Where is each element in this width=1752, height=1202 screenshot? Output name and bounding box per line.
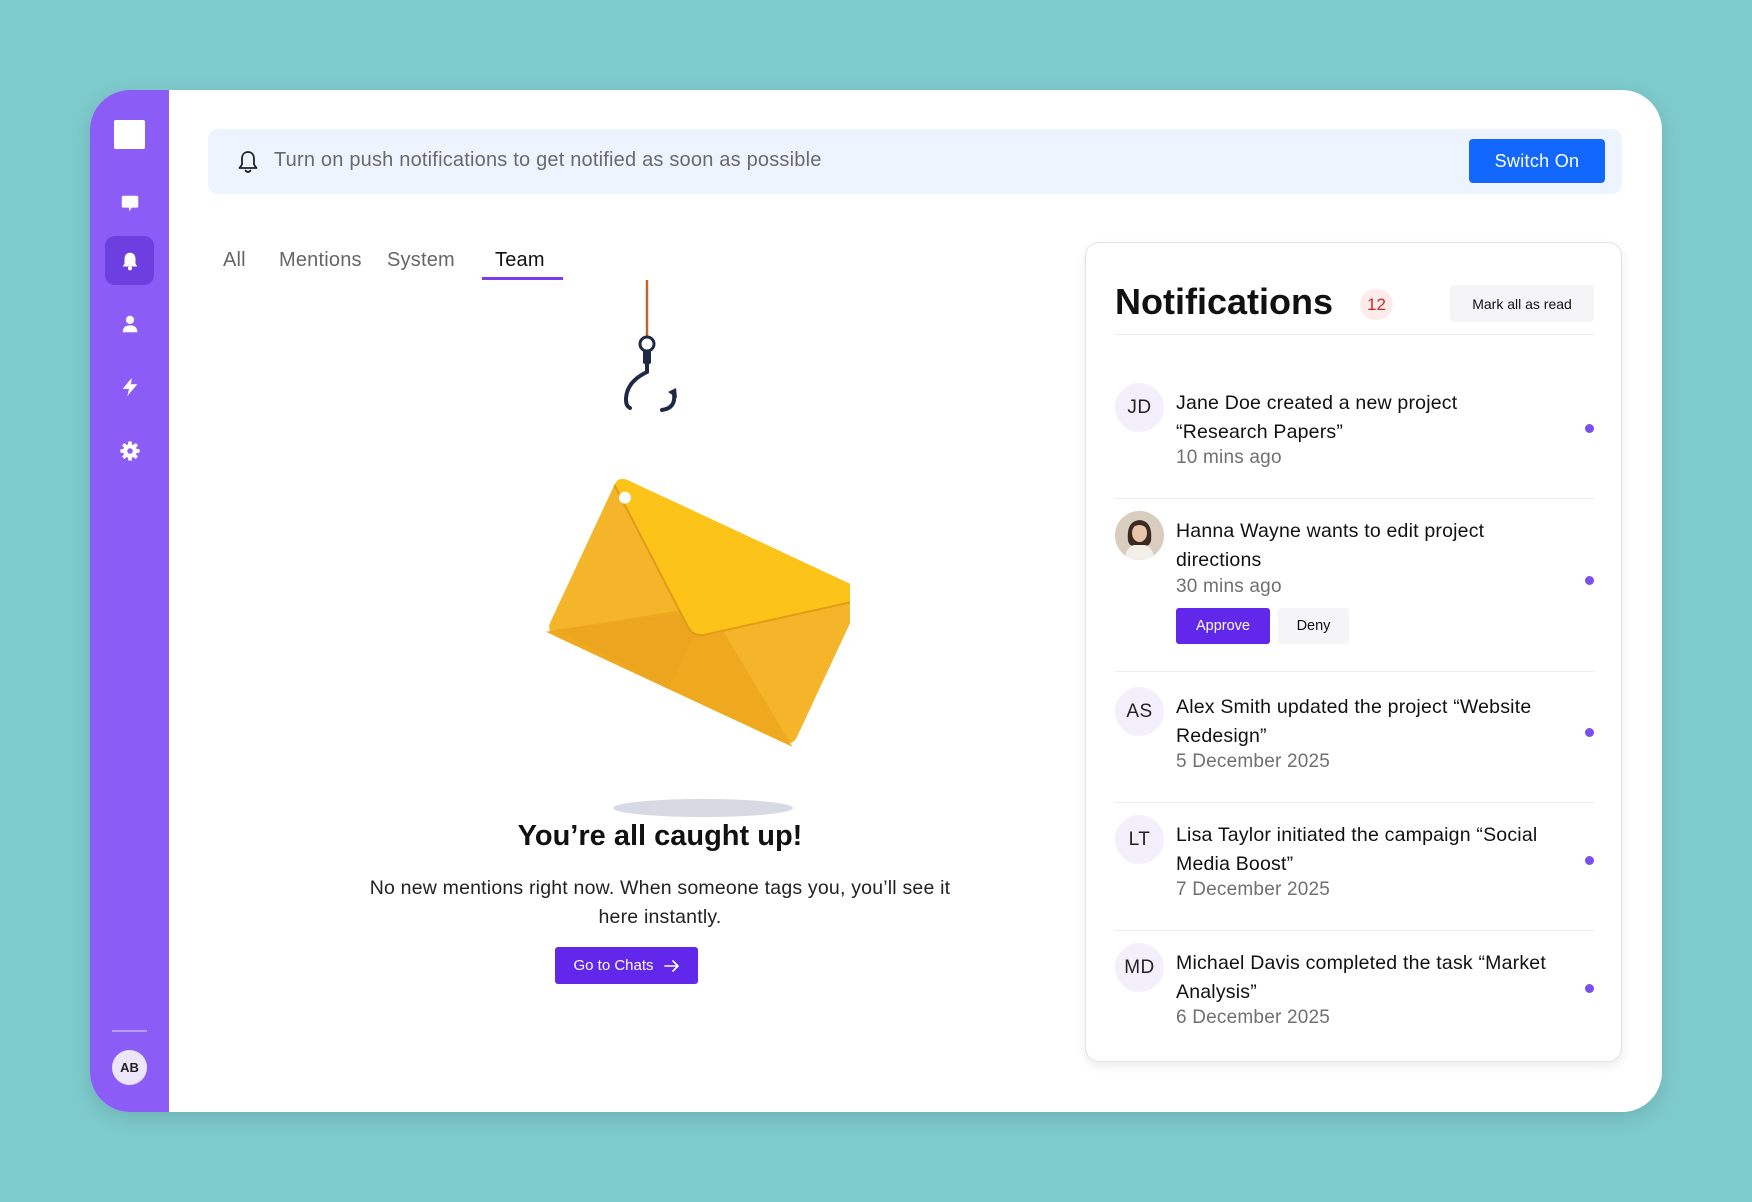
sidebar-item-activity[interactable] — [105, 362, 154, 411]
panel-divider — [1115, 334, 1594, 335]
user-avatar[interactable]: AB — [112, 1050, 147, 1085]
go-to-chats-label: Go to Chats — [573, 957, 654, 974]
deny-button[interactable]: Deny — [1278, 608, 1349, 644]
notification-time: 6 December 2025 — [1176, 1007, 1331, 1028]
notification-time: 30 mins ago — [1176, 576, 1282, 597]
avatar — [1115, 511, 1164, 560]
notification-message: Lisa Taylor initiated the campaign “Soci… — [1176, 824, 1538, 875]
sidebar-item-settings[interactable] — [105, 426, 154, 475]
notification-message: Hanna Wayne wants to edit project direct… — [1176, 520, 1485, 571]
item-divider — [1115, 671, 1594, 672]
empty-state-title: You’re all caught up! — [517, 820, 803, 852]
notification-item[interactable]: LT Lisa Taylor initiated the campaign “S… — [1115, 815, 1594, 943]
envelope-on-hook-illustration — [545, 280, 850, 817]
app-window: AB Turn on push notifications to get not… — [90, 90, 1662, 1112]
sidebar-item-profile[interactable] — [105, 299, 154, 348]
mark-all-read-button[interactable]: Mark all as read — [1450, 285, 1594, 322]
avatar: AS — [1115, 687, 1164, 736]
sidebar-item-notifications[interactable] — [105, 236, 154, 285]
notification-item[interactable]: Hanna Wayne wants to edit project direct… — [1115, 511, 1594, 687]
panel-title: Notifications — [1115, 281, 1334, 322]
unread-count-badge: 12 — [1360, 289, 1393, 320]
tab-all[interactable]: All — [223, 245, 246, 287]
item-divider — [1115, 498, 1594, 499]
bell-icon — [122, 252, 137, 270]
notification-message: Michael Davis completed the task “Market… — [1176, 952, 1546, 1003]
unread-dot — [1585, 984, 1594, 993]
notification-item[interactable]: AS Alex Smith updated the project “Websi… — [1115, 687, 1594, 815]
person-photo-icon — [1115, 511, 1164, 560]
banner-text: Turn on push notifications to get notifi… — [274, 149, 822, 171]
switch-on-button[interactable]: Switch On — [1469, 139, 1605, 183]
approve-button[interactable]: Approve — [1176, 608, 1270, 644]
tab-mentions[interactable]: Mentions — [279, 245, 362, 287]
avatar: LT — [1115, 815, 1164, 864]
item-divider — [1115, 802, 1594, 803]
sidebar-item-chat[interactable] — [105, 179, 154, 228]
gear-icon — [119, 440, 140, 461]
item-divider — [1115, 930, 1594, 931]
notifications-panel: Notifications 12 Mark all as read JD Jan… — [1085, 242, 1622, 1062]
lightning-icon — [122, 377, 137, 396]
unread-dot — [1585, 424, 1594, 433]
unread-dot — [1585, 728, 1594, 737]
sidebar-divider — [112, 1030, 147, 1032]
avatar: JD — [1115, 383, 1164, 432]
notification-item[interactable]: MD Michael Davis completed the task “Mar… — [1115, 943, 1594, 1053]
user-icon — [122, 315, 137, 332]
sidebar: AB — [90, 90, 169, 1112]
notification-item[interactable]: JD Jane Doe created a new project “Resea… — [1115, 383, 1594, 511]
push-notification-banner: Turn on push notifications to get notifi… — [208, 129, 1622, 194]
unread-dot — [1585, 856, 1594, 865]
unread-dot — [1585, 576, 1594, 585]
go-to-chats-button[interactable]: Go to Chats — [555, 947, 698, 984]
arrow-right-icon — [663, 959, 679, 972]
avatar: MD — [1115, 943, 1164, 992]
bell-outline-icon — [238, 151, 258, 173]
notification-message: Jane Doe created a new project “Research… — [1176, 392, 1458, 443]
notification-time: 7 December 2025 — [1176, 879, 1331, 900]
notification-time: 10 mins ago — [1176, 447, 1282, 468]
empty-state-text: No new mentions right now. When someone … — [369, 877, 951, 928]
notification-time: 5 December 2025 — [1176, 751, 1331, 772]
chat-bubble-icon — [121, 195, 138, 211]
notification-message: Alex Smith updated the project “Website … — [1176, 696, 1532, 747]
app-logo[interactable] — [114, 120, 145, 149]
